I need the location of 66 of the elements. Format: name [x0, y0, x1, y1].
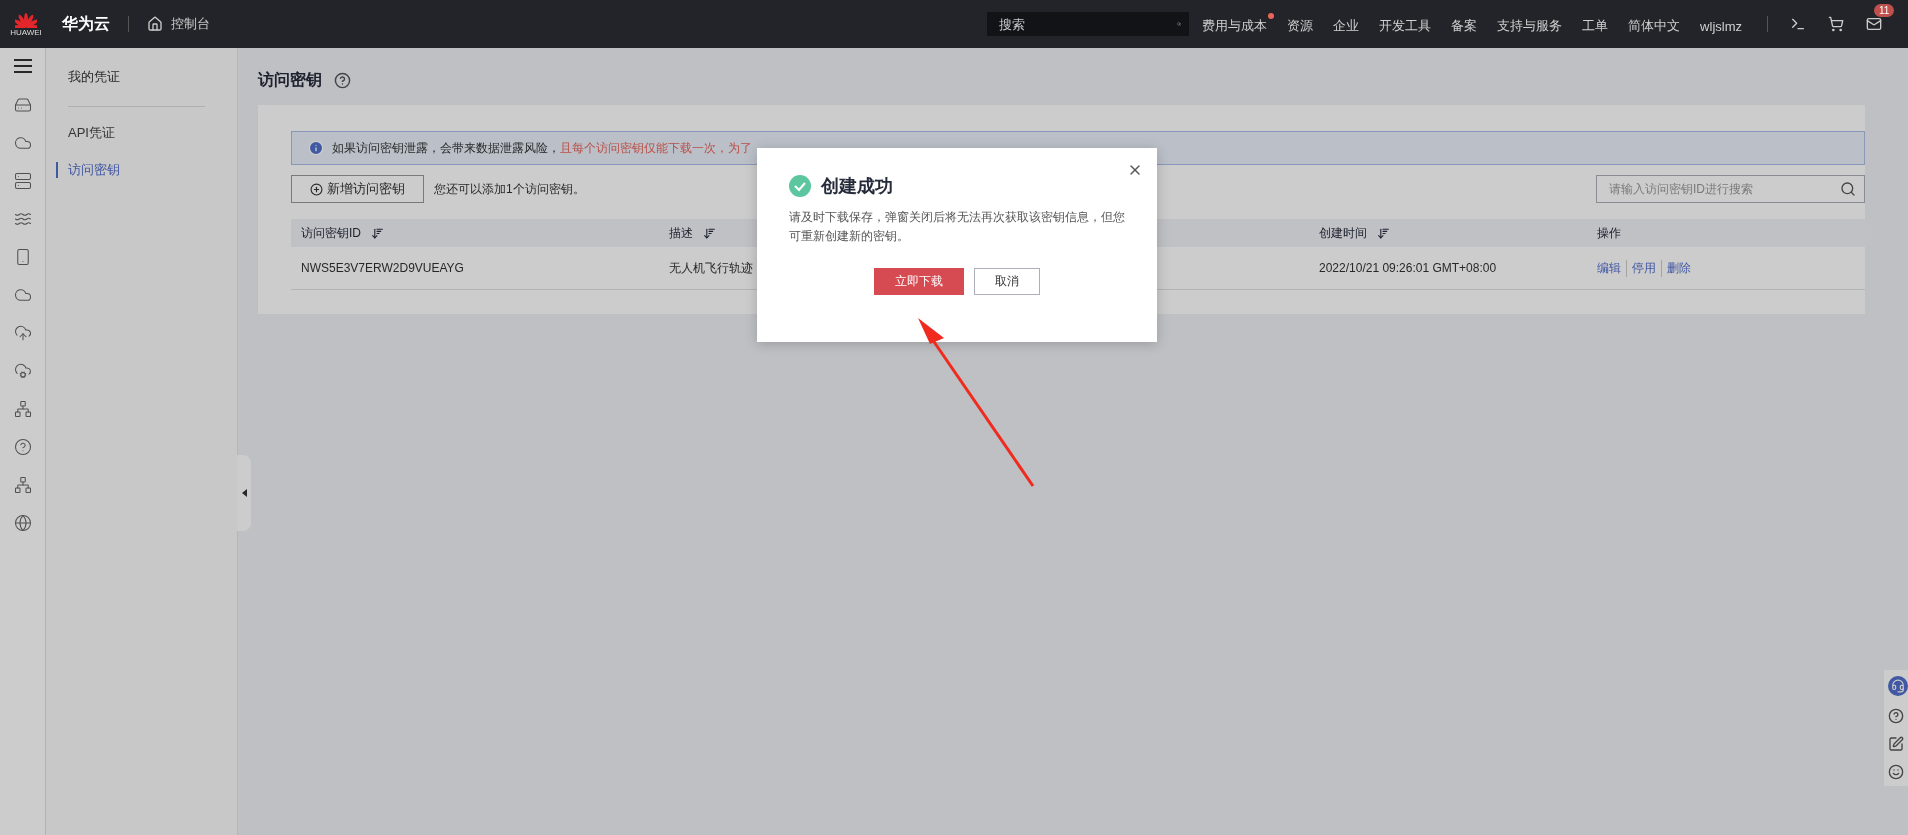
caret-icon: [241, 489, 247, 497]
terminal-icon[interactable]: [1790, 16, 1806, 32]
logo-icon: [15, 11, 37, 28]
drive-icon[interactable]: [13, 96, 32, 114]
nav-link[interactable]: 企业: [1333, 13, 1367, 35]
console-link[interactable]: 控制台: [147, 15, 210, 33]
sort-icon[interactable]: [703, 226, 716, 240]
sort-icon[interactable]: [371, 226, 384, 240]
page-title: 访问密钥: [258, 70, 322, 90]
headset-icon[interactable]: [1888, 676, 1908, 696]
key-search-field[interactable]: 请输入访问密钥ID进行搜索: [1596, 175, 1865, 203]
search-field[interactable]: 搜索: [987, 12, 1190, 36]
collapse-handle[interactable]: [237, 455, 251, 531]
column-title: 访问密钥ID: [301, 224, 361, 242]
info-icon: [308, 140, 324, 156]
cloud-icon[interactable]: [13, 134, 32, 152]
cancel-button[interactable]: 取消: [974, 268, 1040, 295]
column-title: 创建时间: [1319, 224, 1367, 242]
nav-link[interactable]: 备案: [1451, 13, 1485, 35]
download-button[interactable]: 立即下载: [874, 268, 964, 295]
sidebar-item[interactable]: API凭证: [56, 125, 237, 141]
alert-text: 如果访问密钥泄露，会带来数据泄露风险，且每个访问密钥仅能下载一次，为了: [332, 139, 752, 157]
brand-name[interactable]: 华为云: [62, 13, 110, 35]
sidebar-item[interactable]: 访问密钥: [56, 162, 237, 178]
action-link[interactable]: 停用: [1626, 259, 1661, 277]
column-title: 操作: [1597, 224, 1621, 242]
server-icon[interactable]: [13, 172, 32, 190]
dialog-message: 请及时下载保存，弹窗关闭后将无法再次获取该密钥信息，但您可重新创建新的密钥。: [789, 209, 1125, 245]
nav-link[interactable]: 工单: [1582, 13, 1616, 35]
nav-link[interactable]: 开发工具: [1379, 13, 1439, 35]
mail-icon[interactable]: [1866, 16, 1882, 32]
menu-icon[interactable]: [13, 58, 32, 74]
quota-note: 您还可以添加1个访问密钥。: [434, 180, 585, 198]
plus-icon: [310, 182, 323, 196]
nav-link[interactable]: 支持与服务: [1497, 13, 1570, 35]
sort-icon[interactable]: [1377, 226, 1390, 240]
search-input[interactable]: 搜索: [997, 15, 1178, 33]
table-cell: NWS5E3V7ERW2D9VUEAYG: [291, 247, 659, 290]
cluster-icon[interactable]: [13, 476, 32, 494]
nav-link[interactable]: 资源: [1287, 13, 1321, 35]
search-icon: [1840, 181, 1856, 197]
cart-icon[interactable]: [1828, 16, 1844, 32]
help-icon[interactable]: [334, 72, 351, 89]
count-badge: 11: [1874, 4, 1895, 17]
network-icon[interactable]: [13, 400, 32, 418]
action-link[interactable]: 删除: [1661, 259, 1696, 277]
logo-text: HUAWEI: [10, 27, 42, 37]
help-icon[interactable]: [1888, 708, 1904, 724]
smile-icon[interactable]: [1888, 764, 1904, 780]
home-icon: [147, 16, 163, 32]
table-cell: 2022/10/21 09:26:01 GMT+08:00: [1309, 247, 1587, 290]
dialog-title: 创建成功: [821, 175, 893, 198]
nav-link[interactable]: wljslmz: [1700, 14, 1749, 34]
waves-icon[interactable]: [13, 210, 32, 228]
cloud-upload-icon[interactable]: [13, 324, 32, 342]
nav-link[interactable]: 费用与成本: [1202, 13, 1275, 35]
action-link[interactable]: 编辑: [1597, 259, 1626, 277]
edit-icon[interactable]: [1888, 736, 1904, 752]
add-key-button[interactable]: 新增访问密钥: [291, 175, 424, 203]
cloud-gear-icon[interactable]: [13, 362, 32, 380]
cloud-icon[interactable]: [13, 286, 32, 304]
nav-link[interactable]: 简体中文: [1628, 13, 1688, 35]
check-icon: [789, 175, 811, 197]
sidebar-title: 我的凭证: [68, 68, 205, 107]
column-title: 描述: [669, 224, 693, 242]
globe-icon[interactable]: [13, 514, 32, 532]
